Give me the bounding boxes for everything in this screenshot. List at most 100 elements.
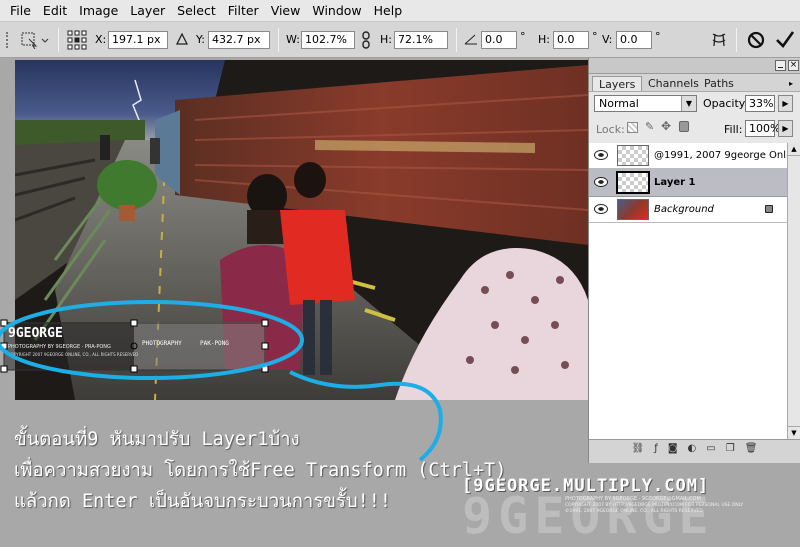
scroll-up-icon[interactable]: ▲ [788, 143, 800, 156]
commit-transform-icon[interactable] [774, 29, 796, 51]
trash-icon[interactable]: 🗑 [745, 443, 758, 454]
menu-filter[interactable]: Filter [222, 3, 265, 18]
layer-row-background[interactable]: Background [589, 197, 787, 223]
opacity-slider-button[interactable]: ▶ [778, 95, 793, 112]
layer-row-layer1[interactable]: Layer 1 [589, 169, 787, 197]
reference-point-icon[interactable] [66, 29, 88, 51]
layer-style-icon[interactable]: ƒ [654, 443, 658, 454]
separator [278, 28, 279, 52]
layer-name: Background [654, 204, 714, 215]
site-subline: ©1991, 2007 9GEORGE ONLINE, CO., ALL RIG… [565, 509, 703, 514]
cancel-transform-icon[interactable] [746, 30, 766, 50]
layers-scrollbar[interactable]: ▲ ▼ [787, 143, 800, 439]
person-head [294, 162, 326, 198]
blend-mode-value: Normal [599, 97, 639, 110]
transform-handle [130, 319, 138, 327]
blend-mode-select[interactable]: Normal ▼ [594, 95, 697, 112]
height-label: H: [380, 33, 392, 46]
opacity-label: Opacity: [703, 97, 749, 110]
transform-handle [261, 342, 269, 350]
menu-file[interactable]: File [4, 3, 37, 18]
layer-name: Layer 1 [654, 177, 696, 188]
tab-paths[interactable]: Paths [698, 76, 740, 92]
separator [736, 28, 737, 52]
menu-view[interactable]: View [265, 3, 307, 18]
transform-handle [261, 319, 269, 327]
layer-thumbnail [617, 145, 649, 166]
person-red-shirt [280, 210, 355, 305]
h-skew-input[interactable]: 0.0 [553, 31, 589, 49]
transform-handle [130, 365, 138, 373]
layers-panel-footer: ⛓ ƒ ◙ ◐ ▭ ❐ 🗑 [589, 439, 800, 457]
mask-icon[interactable]: ◙ [668, 443, 678, 454]
eye-icon[interactable] [594, 177, 608, 187]
transform-handle [261, 365, 269, 373]
rotate-input[interactable]: 0.0 [481, 31, 517, 49]
adjustment-layer-icon[interactable]: ◐ [688, 443, 697, 454]
layer-thumbnail [616, 171, 650, 194]
width-input[interactable]: 102.7% [301, 31, 355, 49]
caption-line-1: ขั้นตอนที่9 หันมาปรับ Layer1บ้าง [14, 429, 300, 450]
eye-icon[interactable] [594, 204, 608, 214]
h-skew-label: H: [538, 33, 550, 46]
site-subline: COPYRIGHT 2007 BY HTTP://9GEORGE.MULTIPL… [565, 503, 744, 508]
lock-brush-icon[interactable]: ✎ [645, 120, 654, 133]
opacity-input[interactable]: 33% [745, 95, 775, 112]
degree-label: ° [655, 30, 661, 43]
scroll-down-icon[interactable]: ▼ [788, 426, 800, 439]
menu-edit[interactable]: Edit [37, 3, 73, 18]
warp-icon[interactable] [709, 30, 729, 50]
layer-row-copyright[interactable]: @1991, 2007 9george Onlin... [589, 143, 800, 169]
x-label: X: [95, 33, 107, 46]
photoshop-window: File Edit Image Layer Select Filter View… [0, 0, 800, 547]
new-layer-icon[interactable]: ❐ [726, 443, 735, 454]
x-input[interactable]: 197.1 px [108, 31, 168, 49]
fill-slider-button[interactable]: ▶ [778, 120, 793, 137]
chevron-down-icon: ▼ [681, 96, 696, 111]
delta-icon[interactable] [176, 33, 188, 45]
menu-bar: File Edit Image Layer Select Filter View… [0, 0, 800, 22]
y-label: Y: [196, 33, 205, 46]
lock-label: Lock: [596, 123, 625, 136]
options-bar: X: 197.1 px Y: 432.7 px W: 102.7% H: 72.… [0, 22, 800, 58]
y-input[interactable]: 432.7 px [208, 31, 270, 49]
minimize-icon[interactable] [775, 60, 786, 71]
tab-channels[interactable]: Channels [642, 76, 705, 92]
menu-select[interactable]: Select [171, 3, 222, 18]
lock-icon [765, 205, 773, 213]
lock-all-icon[interactable] [679, 121, 689, 132]
site-subline: PHOTOGRAPHY BY 9GEORGE · 9GEORGE@GMAIL.C… [565, 496, 701, 502]
layer-thumbnail [617, 199, 649, 220]
menu-window[interactable]: Window [306, 3, 367, 18]
lock-transparent-icon[interactable] [627, 122, 638, 133]
separator [456, 28, 457, 52]
transform-tool-icon[interactable] [20, 31, 52, 49]
link-icon[interactable] [361, 31, 371, 49]
fill-label: Fill: [724, 123, 743, 136]
caption-line-3: แล้วกด Enter เป็นอันจบกระบวนการขรั้บ!!! [14, 491, 392, 512]
degree-label: ° [520, 30, 526, 43]
menu-help[interactable]: Help [368, 3, 409, 18]
transform-handle [0, 342, 8, 350]
rotate-angle-icon [464, 34, 477, 45]
v-skew-input[interactable]: 0.0 [616, 31, 652, 49]
close-icon[interactable]: × [788, 60, 799, 71]
menu-layer[interactable]: Layer [124, 3, 171, 18]
height-input[interactable]: 72.1% [394, 31, 448, 49]
caption-line-2: เพื่อความสวยงาม โดยการใช้Free Transform … [14, 460, 507, 481]
width-label: W: [286, 33, 300, 46]
link-layers-icon[interactable]: ⛓ [632, 443, 645, 454]
panel-menu-icon[interactable]: ▸ [789, 79, 798, 90]
transform-bounding-box[interactable] [0, 318, 270, 376]
group-folder-icon[interactable]: ▭ [706, 443, 715, 454]
fill-input[interactable]: 100% [745, 120, 780, 137]
transform-handle [0, 319, 8, 327]
grip-icon [6, 32, 14, 48]
separator [58, 28, 59, 52]
menu-image[interactable]: Image [73, 3, 124, 18]
transform-handle [0, 365, 8, 373]
lock-move-icon[interactable]: ✥ [661, 119, 671, 133]
tab-layers[interactable]: Layers [592, 76, 643, 92]
eye-icon[interactable] [594, 150, 608, 160]
panel-titlebar: × [589, 58, 800, 74]
